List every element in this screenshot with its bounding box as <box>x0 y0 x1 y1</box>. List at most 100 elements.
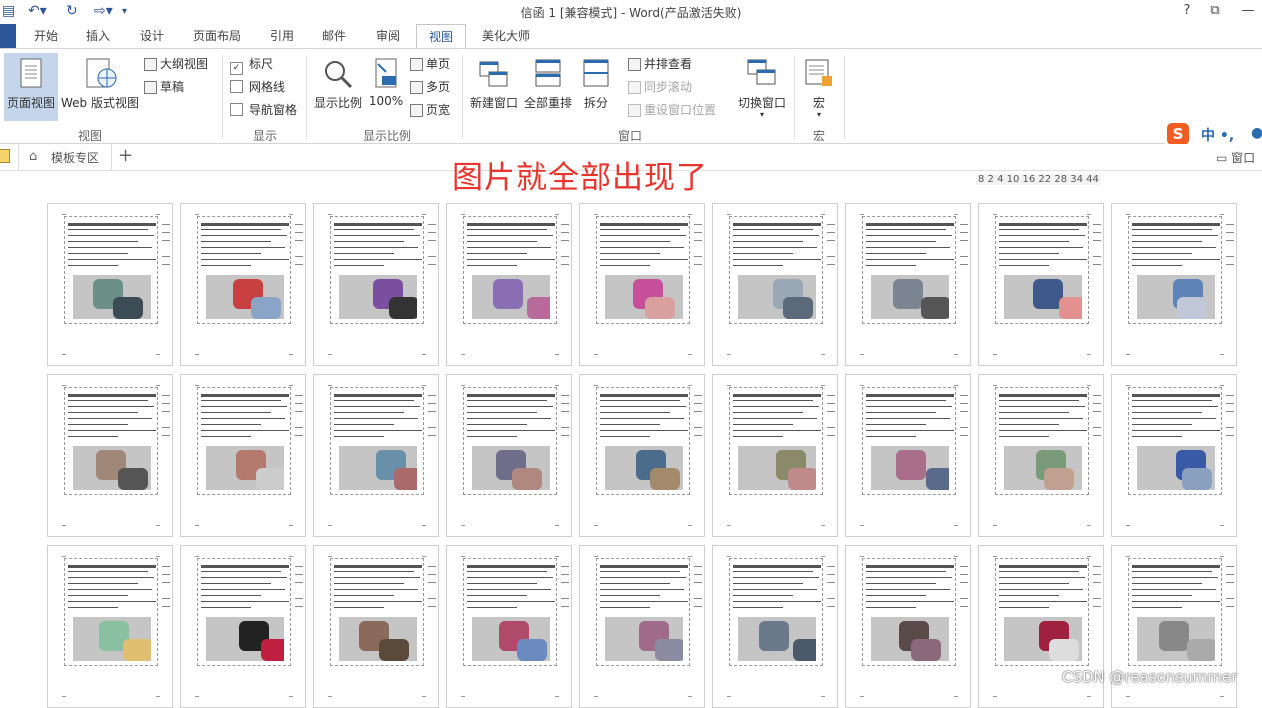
file-tab[interactable] <box>0 24 16 48</box>
photo-region <box>783 297 813 319</box>
sync-scroll-button[interactable]: 同步滚动 <box>628 78 692 96</box>
page-thumbnail[interactable] <box>845 374 971 537</box>
page-view-button[interactable]: 页面视图 <box>4 53 58 121</box>
page-thumbnail[interactable] <box>47 203 173 366</box>
text-line <box>733 430 821 431</box>
draft-view-button[interactable]: 草稿 <box>144 78 184 96</box>
one-page-button[interactable]: 单页 <box>410 55 450 73</box>
margin-mark <box>1226 224 1234 225</box>
page-thumbnail[interactable] <box>446 545 572 708</box>
sync-scroll-label: 同步滚动 <box>644 80 693 94</box>
page-thumbnail[interactable] <box>978 203 1104 366</box>
corner-mark <box>594 214 598 215</box>
page-thumbnail[interactable] <box>313 545 439 708</box>
gridlines-checkbox[interactable]: 网格线 <box>230 78 285 96</box>
photo-image <box>1137 275 1215 319</box>
document-workspace[interactable] <box>0 171 1262 708</box>
web-view-button[interactable]: Web 版式视图 <box>60 53 140 121</box>
help-button[interactable]: ? <box>1175 3 1199 18</box>
page-thumbnail[interactable] <box>978 374 1104 537</box>
corner-mark <box>1220 525 1224 526</box>
side-by-side-button[interactable]: 并排查看 <box>628 55 692 73</box>
text-line <box>201 235 287 236</box>
corner-mark <box>860 696 864 697</box>
corner-mark <box>195 525 199 526</box>
add-tab-button[interactable]: + <box>118 145 133 166</box>
text-line <box>999 394 1087 397</box>
page-thumbnail[interactable] <box>446 374 572 537</box>
folder-icon[interactable] <box>0 149 10 163</box>
margin-mark <box>561 224 569 225</box>
text-line <box>1132 430 1220 431</box>
reset-position-button[interactable]: 重设窗口位置 <box>628 101 716 119</box>
page-thumbnail[interactable] <box>1111 203 1237 366</box>
arrange-all-button[interactable]: 全部重排 <box>522 53 574 121</box>
photo-image <box>605 446 683 490</box>
page-thumbnail[interactable] <box>180 374 306 537</box>
restore-icon[interactable]: ⧉ <box>1203 3 1227 18</box>
one-page-label: 单页 <box>426 57 451 71</box>
page-thumbnail[interactable] <box>712 545 838 708</box>
macros-button[interactable]: 宏 ▾ <box>800 53 838 127</box>
text-line <box>866 601 954 602</box>
tab-view[interactable]: 视图 <box>416 24 466 49</box>
margin-mark <box>561 606 569 607</box>
ruler-checkbox[interactable]: ✓ 标尺 <box>230 55 273 75</box>
text-line <box>201 565 289 568</box>
tab-mailings[interactable]: 邮件 <box>312 24 356 48</box>
page-content <box>862 558 956 666</box>
page-thumbnail[interactable] <box>47 545 173 708</box>
page-thumbnail[interactable] <box>845 545 971 708</box>
page-thumbnail[interactable] <box>313 374 439 537</box>
text-line <box>866 400 946 401</box>
page-thumbnail[interactable] <box>579 203 705 366</box>
corner-mark <box>1126 385 1130 386</box>
photo-image <box>206 275 284 319</box>
page-width-button[interactable]: 页宽 <box>410 101 450 119</box>
multi-page-button[interactable]: 多页 <box>410 78 450 96</box>
corner-mark <box>328 354 332 355</box>
photo-region <box>1059 297 1082 319</box>
minimize-button[interactable]: — <box>1236 3 1260 18</box>
text-line <box>201 589 285 590</box>
tab-layout[interactable]: 页面布局 <box>186 24 248 48</box>
corner-mark <box>860 525 864 526</box>
text-line <box>1132 424 1192 425</box>
page-thumbnail[interactable] <box>712 203 838 366</box>
split-button[interactable]: 拆分 <box>578 53 614 121</box>
corner-mark <box>688 385 692 386</box>
page-thumbnail[interactable] <box>579 374 705 537</box>
corner-mark <box>289 525 293 526</box>
switch-window-button[interactable]: 切换窗口 ▾ <box>734 53 790 127</box>
page-thumbnail[interactable] <box>845 203 971 366</box>
zoom-100-button[interactable]: 100% <box>366 53 406 121</box>
corner-mark <box>156 556 160 557</box>
tab-insert[interactable]: 插入 <box>76 24 120 48</box>
margin-mark <box>1226 566 1234 567</box>
new-window-button[interactable]: 新建窗口 <box>468 53 520 121</box>
window-panel-button[interactable]: ▭ 窗口 <box>1216 149 1255 166</box>
tab-design[interactable]: 设计 <box>130 24 174 48</box>
tab-review[interactable]: 审阅 <box>366 24 410 48</box>
tab-beautify[interactable]: 美化大师 <box>474 24 538 48</box>
text-line <box>201 229 281 230</box>
outline-view-button[interactable]: 大纲视图 <box>144 55 208 73</box>
page-thumbnail[interactable] <box>579 545 705 708</box>
page-thumbnail[interactable] <box>47 374 173 537</box>
text-line <box>866 571 946 572</box>
page-thumbnail[interactable] <box>180 203 306 366</box>
zoom-button[interactable]: 显示比例 <box>312 53 364 121</box>
page-thumbnail[interactable] <box>1111 374 1237 537</box>
page-thumbnail[interactable] <box>446 203 572 366</box>
text-line <box>334 565 422 568</box>
nav-pane-checkbox[interactable]: 导航窗格 <box>230 101 297 119</box>
tab-home[interactable]: 开始 <box>24 24 68 48</box>
text-line <box>866 265 916 266</box>
tab-references[interactable]: 引用 <box>260 24 304 48</box>
draft-icon <box>144 81 157 94</box>
page-thumbnail[interactable] <box>313 203 439 366</box>
page-thumbnail[interactable] <box>180 545 306 708</box>
template-zone-tab[interactable]: ⌂ 模板专区 <box>18 144 112 170</box>
margin-mark <box>694 240 702 241</box>
page-thumbnail[interactable] <box>712 374 838 537</box>
